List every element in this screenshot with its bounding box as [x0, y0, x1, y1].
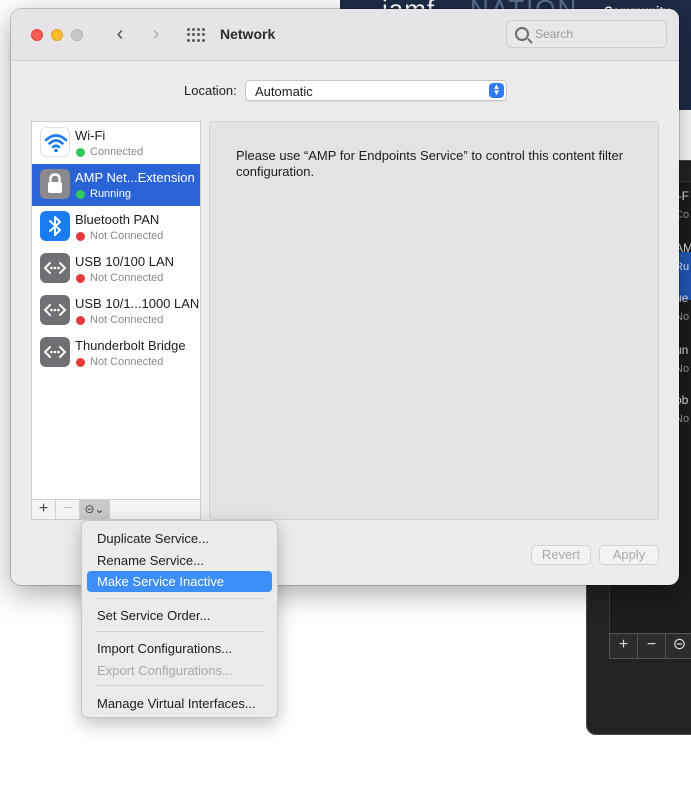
- menu-separator: [96, 685, 264, 686]
- service-name: Bluetooth PAN: [75, 212, 160, 227]
- menu-item-export-configurations: Export Configurations...: [97, 663, 233, 678]
- show-all-grid-icon[interactable]: [187, 28, 205, 42]
- apply-button[interactable]: Apply: [599, 545, 659, 565]
- status-dot: [76, 358, 85, 367]
- service-list[interactable]: Wi-Fi Connected AMP Net...Extension Runn…: [31, 121, 201, 500]
- background-action-button: ⊝: [666, 634, 691, 658]
- service-status: Not Connected: [90, 272, 164, 284]
- status-dot: [76, 148, 85, 157]
- chevron-updown-icon: ▲ ▼: [489, 83, 504, 98]
- menu-item-set-service-order[interactable]: Set Service Order...: [87, 605, 272, 626]
- service-status: Running: [90, 188, 131, 200]
- service-status: Not Connected: [90, 356, 164, 368]
- menu-separator: [96, 631, 264, 632]
- minimize-window-button[interactable]: [51, 29, 63, 41]
- menu-item-duplicate-service[interactable]: Duplicate Service...: [87, 528, 272, 549]
- service-row-wifi[interactable]: Wi-Fi Connected: [32, 122, 200, 164]
- status-dot: [76, 190, 85, 199]
- close-window-button[interactable]: [31, 29, 43, 41]
- search-input[interactable]: [535, 25, 660, 43]
- status-dot: [76, 274, 85, 283]
- network-preferences-window: ‹ › Network Location: Automatic ▲▼: [11, 9, 679, 585]
- service-name: Wi-Fi: [75, 128, 106, 143]
- menu-item-import-configurations[interactable]: Import Configurations...: [87, 638, 272, 659]
- service-name: Thunderbolt Bridge: [75, 338, 186, 353]
- service-name: USB 10/100 LAN: [75, 254, 175, 269]
- remove-service-button[interactable]: −: [56, 500, 80, 519]
- status-dot: [76, 316, 85, 325]
- background-add-button: +: [610, 634, 638, 658]
- ethernet-icon: [40, 337, 70, 367]
- location-label: Location:: [184, 83, 237, 98]
- search-icon: [515, 27, 529, 41]
- zoom-window-button[interactable]: [71, 29, 83, 41]
- location-select[interactable]: Automatic ▲ ▼: [245, 80, 507, 101]
- forward-button[interactable]: ›: [145, 23, 167, 47]
- ethernet-icon: [40, 295, 70, 325]
- service-row-usb-10-100-lan[interactable]: USB 10/100 LAN Not Connected: [32, 248, 200, 290]
- background-list-controls: + − ⊝: [609, 633, 691, 659]
- service-status: Not Connected: [90, 230, 164, 242]
- ethernet-icon: [40, 253, 70, 283]
- service-detail-panel: Please use “AMP for Endpoints Service” t…: [209, 121, 659, 520]
- service-row-thunderbolt-bridge[interactable]: Thunderbolt Bridge Not Connected: [32, 332, 200, 374]
- revert-button[interactable]: Revert: [531, 545, 591, 565]
- action-menu-button[interactable]: ⊝⌄: [80, 500, 110, 519]
- location-value: Automatic: [255, 84, 313, 99]
- service-list-controls: + − ⊝⌄: [31, 500, 201, 520]
- bluetooth-icon: [40, 211, 70, 241]
- status-dot: [76, 232, 85, 241]
- service-action-menu: Duplicate Service... Rename Service... M…: [81, 520, 278, 718]
- service-status: Connected: [90, 146, 144, 158]
- window-title: Network: [220, 26, 276, 42]
- title-bar: ‹ › Network: [11, 9, 679, 61]
- menu-item-manage-virtual-interfaces[interactable]: Manage Virtual Interfaces...: [87, 693, 272, 714]
- add-service-button[interactable]: +: [32, 500, 56, 519]
- menu-item-rename-service[interactable]: Rename Service...: [87, 550, 272, 571]
- service-row-amp-network-extension[interactable]: AMP Net...Extension Running: [32, 164, 200, 206]
- background-remove-button: −: [638, 634, 666, 658]
- back-button[interactable]: ‹: [109, 23, 131, 47]
- lock-icon: [40, 169, 70, 199]
- service-name: AMP Net...Extension: [75, 170, 195, 185]
- service-name: USB 10/1...1000 LAN: [75, 296, 200, 311]
- service-status: Not Connected: [90, 314, 164, 326]
- service-row-bluetooth-pan[interactable]: Bluetooth PAN Not Connected: [32, 206, 200, 248]
- search-field[interactable]: [506, 20, 667, 48]
- content-filter-message: Please use “AMP for Endpoints Service” t…: [236, 148, 624, 179]
- service-row-usb-10-1000-lan[interactable]: USB 10/1...1000 LAN Not Connected: [32, 290, 200, 332]
- wifi-icon: [40, 127, 70, 157]
- menu-separator: [96, 598, 264, 599]
- menu-item-make-service-inactive[interactable]: Make Service Inactive: [87, 571, 272, 592]
